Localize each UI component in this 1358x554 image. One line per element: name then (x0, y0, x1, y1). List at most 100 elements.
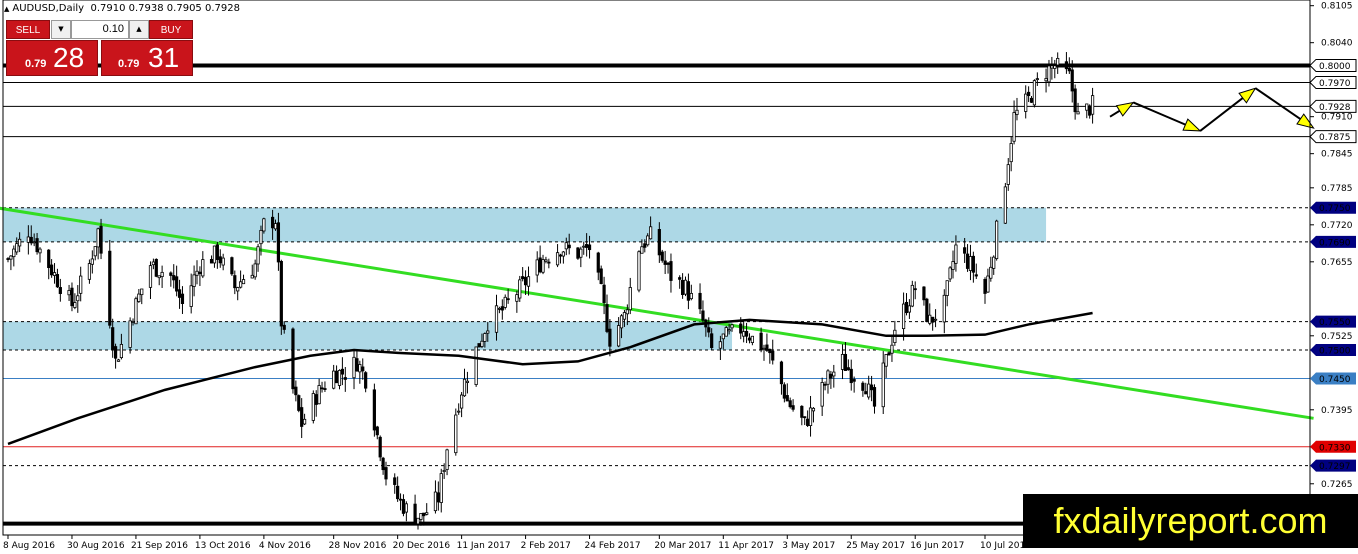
candle-body (1027, 91, 1031, 97)
candle-body (241, 279, 246, 285)
candle-body (1032, 80, 1037, 106)
candle-body (986, 275, 990, 293)
candle-body (340, 368, 344, 375)
forecast-arrow-head (1238, 87, 1257, 104)
candle-body (76, 295, 80, 302)
candle-body (742, 331, 746, 337)
candle-body (968, 256, 973, 271)
candle-body (384, 467, 388, 480)
candle-body (829, 373, 833, 379)
symbol-ohlc: 0.7910 0.7938 0.7905 0.7928 (90, 3, 240, 14)
price-label-0.7875: 0.7875 (1309, 130, 1357, 144)
candle-body (302, 418, 307, 425)
y-tick-label: 0.7785 (1321, 184, 1353, 194)
candle-body (739, 323, 743, 334)
candle-body (317, 385, 321, 405)
forecast-arrow-head (1115, 101, 1135, 117)
candle-body (52, 272, 57, 276)
buy-button[interactable]: BUY (149, 20, 193, 39)
candle-body (300, 407, 304, 427)
candle-body (334, 370, 339, 384)
candle-body (963, 247, 967, 254)
candle-body (747, 337, 752, 341)
candle-body (378, 436, 382, 458)
buy-price-pips: 31 (148, 42, 180, 73)
candle-body (881, 362, 885, 408)
candle-body (433, 491, 438, 512)
candle-body (721, 333, 725, 340)
candle-body (535, 259, 539, 276)
candle-body (93, 246, 97, 257)
candle-body (1012, 112, 1016, 142)
y-tick-label: 0.7845 (1321, 150, 1353, 160)
candle-body (169, 272, 173, 276)
candle-body (724, 327, 728, 337)
buy-price-button[interactable]: 0.79 31 (101, 40, 193, 76)
candle-body (151, 261, 155, 266)
candle-body (686, 281, 691, 301)
candle-body (643, 243, 647, 248)
candle-body (192, 274, 196, 287)
candle-body (666, 262, 670, 265)
candle-body (555, 252, 560, 266)
candle-body (765, 344, 769, 351)
x-tick-label: 11 Apr 2017 (718, 541, 774, 551)
price-label-0.7297: 0.7297 (1310, 459, 1356, 472)
candle-body (128, 320, 132, 348)
candle-body (314, 394, 318, 405)
candle-body (788, 400, 792, 408)
candle-body (1050, 65, 1054, 69)
candle-body (425, 512, 429, 515)
candle-body (913, 288, 917, 291)
candle-body (6, 258, 10, 260)
horizontal-lines-layer (3, 63, 1310, 526)
symbol-name: AUDUSD,Daily (12, 3, 85, 14)
candle-body (942, 294, 946, 323)
sell-button[interactable]: SELL (6, 20, 50, 39)
candle-body (718, 341, 722, 349)
candle-body (852, 379, 856, 382)
candle-body (172, 275, 176, 281)
candle-body (904, 301, 909, 314)
candle-body (15, 243, 19, 253)
candle-body (1003, 186, 1007, 224)
candle-body (602, 284, 606, 303)
candle-body (73, 302, 77, 308)
candle-body (50, 264, 54, 276)
candle-body (26, 236, 30, 243)
price-label-text: 0.7500 (1319, 347, 1351, 357)
candle-body (332, 370, 336, 389)
price-label-0.7970: 0.7970 (1309, 76, 1357, 90)
candle-body (372, 389, 376, 431)
candle-body (494, 305, 499, 333)
candle-body (750, 335, 754, 343)
candle-body (864, 391, 868, 395)
candle-body (99, 225, 103, 254)
candle-body (849, 368, 853, 384)
candle-body (215, 244, 219, 260)
forecast-arrow-0 (1109, 101, 1135, 118)
candle-body (233, 275, 237, 289)
price-chart[interactable]: 0.8105 0.8040 0.7910 0.7845 0.7785 0.7720 0.76… (0, 0, 1358, 554)
candle-body (1029, 97, 1034, 103)
lot-decrease-button[interactable]: ▼ (51, 20, 71, 39)
x-tick-label: 20 Mar 2017 (654, 541, 711, 551)
x-tick-label: 21 Sep 2016 (131, 541, 188, 551)
candle-body (355, 358, 359, 372)
lot-increase-button[interactable]: ▲ (129, 20, 149, 39)
candle-body (198, 271, 202, 274)
candle-body (404, 503, 408, 513)
candle-body (640, 246, 644, 254)
sell-price-button[interactable]: 0.79 28 (6, 40, 98, 76)
candle-body (79, 275, 83, 294)
candle-body (96, 228, 100, 248)
candle-body (608, 328, 612, 347)
candle-body (515, 294, 519, 302)
candle-body (189, 285, 193, 307)
price-label-0.7550: 0.7550 (1310, 315, 1356, 328)
candle-body (201, 259, 205, 277)
candle-body (707, 327, 711, 333)
candle-body (250, 274, 254, 279)
lot-size-input[interactable]: 0.10 (71, 20, 129, 39)
candle-body (867, 383, 871, 398)
